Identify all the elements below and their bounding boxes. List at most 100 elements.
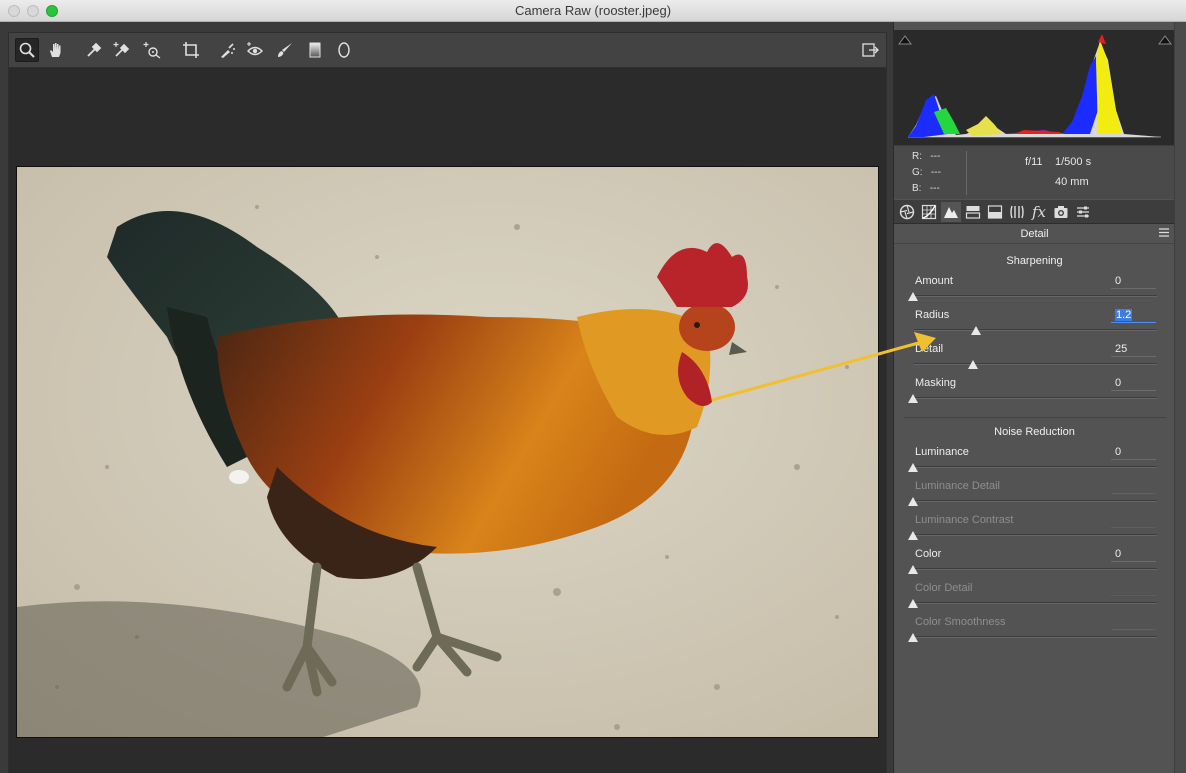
rooster-image — [17, 167, 878, 737]
amount-slider[interactable] — [914, 295, 1157, 297]
luminance-slider[interactable] — [914, 466, 1157, 468]
tab-split-toning[interactable] — [985, 202, 1005, 222]
tab-effects[interactable]: fx — [1029, 202, 1049, 222]
red-eye-tool[interactable] — [243, 38, 267, 62]
luminance-contrast-slider — [914, 534, 1157, 536]
rooster-photo[interactable] — [16, 166, 879, 738]
detail-value-field[interactable]: 25 — [1111, 343, 1156, 357]
histogram — [894, 30, 1175, 145]
color-slider-thumb[interactable] — [908, 565, 918, 574]
tab-hsl[interactable] — [963, 202, 983, 222]
mountains-icon — [944, 207, 958, 218]
luminance-detail-value-field — [1111, 480, 1156, 494]
color-smoothness-slider-thumb — [908, 633, 918, 642]
hsl-bars-icon — [965, 206, 981, 219]
brush-icon — [278, 43, 292, 57]
luminance-label: Luminance — [915, 446, 969, 458]
masking-slider-thumb[interactable] — [908, 394, 918, 403]
radius-value-field[interactable]: 1.2 — [1111, 309, 1156, 323]
luminance-value-field[interactable]: 0 — [1111, 446, 1156, 460]
window-title: Camera Raw (rooster.jpeg) — [514, 3, 672, 18]
graduated-filter-tool[interactable] — [303, 38, 327, 62]
hamburger-icon — [1159, 228, 1169, 237]
panel-title: Detail — [1020, 228, 1049, 240]
split-tone-icon — [987, 205, 1003, 219]
masking-value-field[interactable]: 0 — [1111, 377, 1156, 391]
g-label: G: — [912, 167, 923, 178]
ellipse-icon — [338, 42, 350, 58]
color-detail-slider-thumb — [908, 599, 918, 608]
detail-slider[interactable] — [914, 363, 1157, 365]
panel-header: Detail — [894, 225, 1175, 244]
target-icon — [143, 42, 161, 59]
color-sampler-tool[interactable] — [110, 38, 134, 62]
tab-camera-calibration[interactable] — [1051, 202, 1071, 222]
title-bar: Camera Raw (rooster.jpeg) — [0, 0, 1186, 22]
histogram-graph — [908, 34, 1161, 138]
focal-length-value: 40 mm — [1055, 176, 1089, 188]
radius-value-selection: 1.2 — [1115, 309, 1133, 321]
color-value-field[interactable]: 0 — [1111, 548, 1156, 562]
panel-scrollbar[interactable] — [1174, 22, 1186, 773]
g-value: --- — [930, 167, 941, 178]
detail-label: Detail — [915, 343, 944, 355]
b-value: --- — [929, 183, 940, 194]
noise-reduction-heading: Noise Reduction — [994, 426, 1075, 438]
radius-slider-thumb[interactable] — [971, 326, 981, 335]
luminance-contrast-value-field — [1111, 514, 1156, 528]
masking-label: Masking — [915, 377, 956, 389]
targeted-adjustment-tool[interactable] — [140, 38, 164, 62]
readout-divider — [966, 151, 967, 195]
magnifier-icon — [19, 42, 35, 58]
hand-tool[interactable] — [44, 38, 68, 62]
panel-menu-button[interactable] — [1159, 228, 1169, 240]
amount-label: Amount — [915, 275, 953, 287]
brush-heal-icon — [221, 43, 235, 58]
eyedropper-icon — [87, 42, 102, 57]
luminance-detail-label: Luminance Detail — [915, 480, 1000, 492]
spot-removal-tool[interactable] — [215, 38, 239, 62]
adjustment-brush-tool[interactable] — [273, 38, 297, 62]
color-label: Color — [915, 548, 942, 560]
masking-slider[interactable] — [914, 397, 1157, 399]
crop-icon — [183, 42, 199, 58]
color-detail-slider — [914, 602, 1157, 604]
color-detail-label: Color Detail — [915, 582, 973, 594]
luminance-contrast-slider-thumb — [908, 531, 918, 540]
camera-raw-window: Camera Raw (rooster.jpeg) R: --- G: --- … — [0, 0, 1186, 773]
luminance-slider-thumb[interactable] — [908, 463, 918, 472]
aperture-value: f/11 — [1025, 156, 1043, 168]
grid-curve-icon — [921, 204, 937, 220]
info-readout: R: --- G: --- B: --- f/11 1/500 s 40 mm — [894, 145, 1175, 199]
panel-tabs: fx — [894, 200, 1175, 224]
hand-icon — [50, 43, 61, 57]
shutter-speed-value: 1/500 s — [1055, 156, 1092, 168]
eye-icon — [247, 42, 263, 56]
aperture-icon — [899, 204, 915, 220]
white-balance-tool[interactable] — [82, 38, 106, 62]
b-label: B: — [912, 183, 922, 194]
tab-presets[interactable] — [1073, 202, 1093, 222]
export-icon — [862, 43, 879, 57]
zoom-tool[interactable] — [15, 38, 39, 62]
r-label: R: — [912, 151, 922, 162]
tab-tone-curve[interactable] — [919, 202, 939, 222]
tab-detail[interactable] — [941, 202, 961, 222]
color-slider[interactable] — [914, 568, 1157, 570]
radius-label: Radius — [915, 309, 950, 321]
tab-basic[interactable] — [897, 202, 917, 222]
crop-tool[interactable] — [179, 38, 203, 62]
open-preferences-button[interactable] — [858, 38, 882, 62]
amount-slider-thumb[interactable] — [908, 292, 918, 301]
radial-filter-tool[interactable] — [332, 38, 356, 62]
detail-slider-thumb[interactable] — [968, 360, 978, 369]
amount-value-field[interactable]: 0 — [1111, 275, 1156, 289]
luminance-detail-slider-thumb — [908, 497, 918, 506]
tool-bar — [8, 32, 887, 68]
r-value: --- — [930, 151, 941, 162]
radius-slider[interactable] — [914, 329, 1157, 331]
camera-icon — [1054, 206, 1068, 218]
tab-lens-corrections[interactable] — [1007, 202, 1027, 222]
lens-icon — [1010, 205, 1024, 219]
gradient-icon — [309, 42, 321, 58]
